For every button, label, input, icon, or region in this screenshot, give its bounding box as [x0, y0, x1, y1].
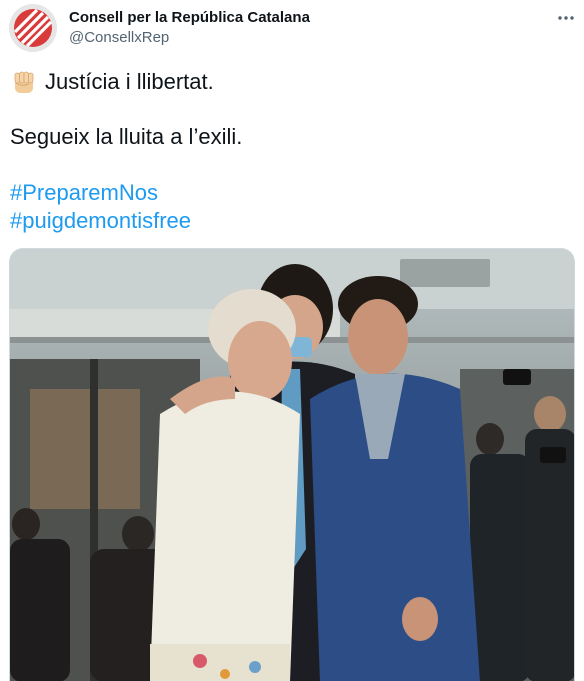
tweet-text-line2: Segueix la lluita a l’exili. [10, 124, 243, 149]
more-options-icon[interactable] [554, 8, 578, 28]
tweet-photo[interactable] [9, 248, 575, 681]
author-handle[interactable]: @ConsellxRep [69, 29, 169, 46]
tweet-text-justicia: Justícia i llibertat. [45, 69, 214, 94]
hashtag-link[interactable]: #PreparemNos [10, 180, 158, 206]
tweet-text-line1: Justícia i llibertat. [10, 66, 214, 98]
raised-fist-icon [14, 71, 34, 93]
consell-logo-icon [9, 4, 57, 52]
hashtag-link[interactable]: #puigdemontisfree [10, 208, 191, 234]
avatar[interactable] [9, 4, 57, 52]
author-name[interactable]: Consell per la República Catalana [69, 9, 310, 26]
